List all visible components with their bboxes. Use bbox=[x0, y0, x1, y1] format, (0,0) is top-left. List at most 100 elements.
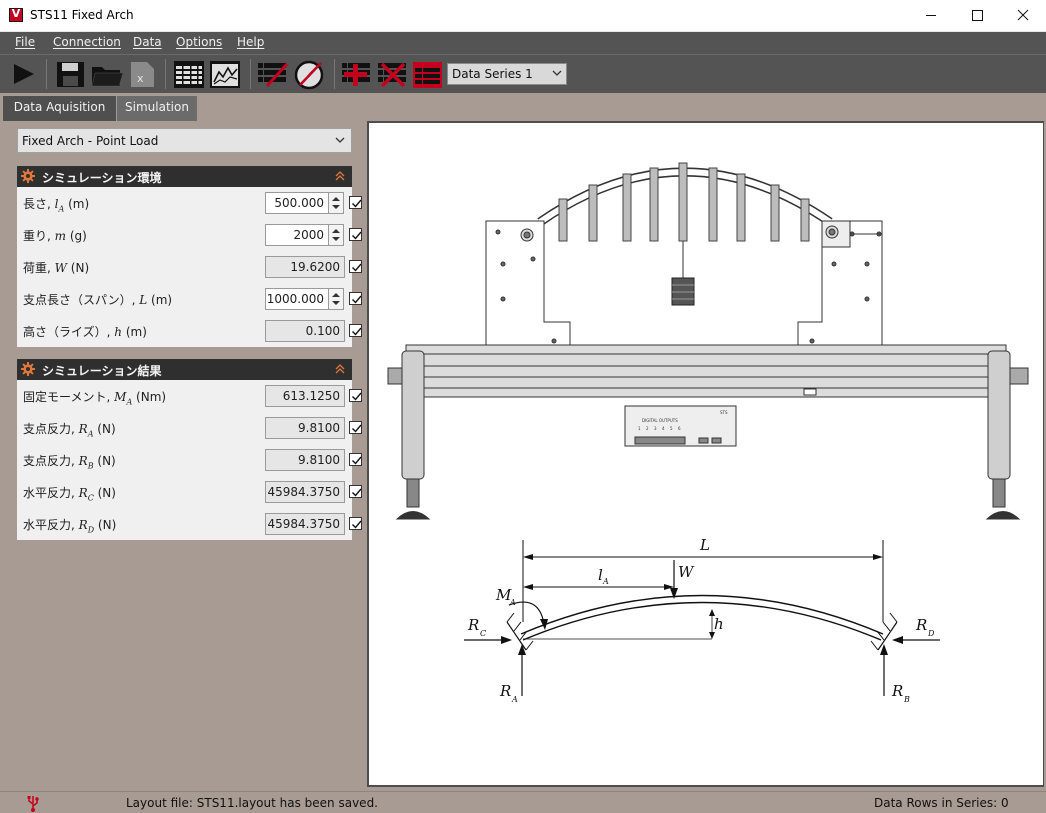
apparatus-illustration bbox=[387, 162, 1029, 520]
result-row-reaction-b: 支点反力, RB (N) 9.8100 bbox=[17, 444, 362, 476]
gear-icon bbox=[21, 362, 35, 376]
play-icon bbox=[14, 64, 34, 84]
check-icon bbox=[352, 392, 362, 401]
menu-connection[interactable]: Connection bbox=[53, 35, 121, 49]
check-icon bbox=[352, 295, 362, 304]
span-stepper[interactable] bbox=[329, 288, 344, 310]
moment-checkbox[interactable] bbox=[349, 389, 362, 402]
minimize-icon bbox=[926, 15, 936, 16]
series-table-button[interactable] bbox=[411, 58, 445, 90]
load-checkbox[interactable] bbox=[349, 260, 362, 273]
check-icon bbox=[352, 231, 362, 240]
env-group-header[interactable]: シミュレーション環境 bbox=[17, 166, 352, 187]
result-group-header[interactable]: シミュレーション結果 bbox=[17, 359, 352, 380]
result-row-moment: 固定モーメント, MA (Nm) 613.1250 bbox=[17, 380, 362, 412]
reaction-b-checkbox[interactable] bbox=[349, 453, 362, 466]
span-input[interactable]: 1000.000 bbox=[265, 288, 329, 310]
rise-value: 0.100 bbox=[265, 320, 345, 342]
chevron-down-icon bbox=[552, 70, 562, 76]
toolbar-separator bbox=[334, 59, 335, 89]
fixed-arch-drawing: DIGITAL OUTPUTS STS 1 2 3 4 5 6 L l A W … bbox=[387, 162, 1029, 704]
length-input[interactable]: 500.000 bbox=[265, 192, 329, 214]
add-series-button[interactable] bbox=[340, 58, 374, 90]
reaction-rd-label: R bbox=[915, 616, 927, 634]
param-label: 高さ（ライズ）, h (m) bbox=[23, 325, 147, 339]
result-label: 固定モーメント, MA (Nm) bbox=[23, 390, 167, 407]
reaction-rc-label: R bbox=[467, 616, 479, 634]
horizontal-d-value: 45984.3750 bbox=[265, 513, 345, 535]
env-group-body: 長さ, lA (m) 500.000 重り, m (g) 2000 荷重, W … bbox=[17, 187, 362, 347]
horizontal-c-checkbox[interactable] bbox=[349, 485, 362, 498]
rise-checkbox[interactable] bbox=[349, 324, 362, 337]
menu-data[interactable]: Data bbox=[133, 35, 162, 49]
gauge-icon bbox=[294, 60, 324, 90]
check-icon bbox=[352, 488, 362, 497]
edit-table-button[interactable] bbox=[256, 58, 290, 90]
io-panel-tag: STS bbox=[720, 410, 728, 415]
result-label: 支点反力, RA (N) bbox=[23, 422, 116, 439]
horizontal-c-value: 45984.3750 bbox=[265, 481, 345, 503]
menu-options[interactable]: Options bbox=[176, 35, 222, 49]
model-select[interactable]: Fixed Arch - Point Load bbox=[17, 128, 352, 153]
open-folder-icon bbox=[91, 67, 124, 87]
tab-simulation[interactable]: Simulation bbox=[117, 96, 197, 121]
maximize-button[interactable] bbox=[954, 0, 1000, 31]
param-label: 長さ, lA (m) bbox=[23, 197, 90, 214]
window-title: STS11 Fixed Arch bbox=[30, 8, 134, 22]
table-view-button[interactable] bbox=[172, 58, 206, 90]
app-logo-icon: V bbox=[9, 7, 23, 22]
collapse-icon[interactable] bbox=[334, 170, 346, 182]
toolbar: x Data Series 1 bbox=[0, 54, 1046, 93]
svg-text:x: x bbox=[137, 72, 144, 85]
reaction-rd-label-sub: D bbox=[927, 629, 935, 638]
horizontal-d-checkbox[interactable] bbox=[349, 517, 362, 530]
maximize-icon bbox=[972, 10, 983, 21]
title-bar: V STS11 Fixed Arch bbox=[0, 0, 1046, 32]
length-stepper[interactable] bbox=[329, 192, 344, 214]
minimize-button[interactable] bbox=[908, 0, 954, 31]
series-select[interactable]: Data Series 1 bbox=[447, 63, 567, 85]
param-label: 重り, m (g) bbox=[23, 229, 87, 243]
mass-input[interactable]: 2000 bbox=[265, 224, 329, 246]
delete-series-button[interactable] bbox=[376, 58, 410, 90]
toolbar-separator bbox=[165, 59, 166, 89]
mass-stepper[interactable] bbox=[329, 224, 344, 246]
span-checkbox[interactable] bbox=[349, 292, 362, 305]
edit-table-icon bbox=[258, 62, 289, 88]
open-button[interactable] bbox=[90, 58, 124, 90]
param-row-span: 支点長さ（スパン）, L (m) 1000.000 bbox=[17, 283, 362, 315]
la-label-sub: A bbox=[602, 577, 609, 586]
toolbar-separator bbox=[250, 59, 251, 89]
param-label: 支点長さ（スパン）, L (m) bbox=[23, 293, 173, 307]
run-button[interactable] bbox=[6, 58, 40, 90]
graph-view-button[interactable] bbox=[208, 58, 242, 90]
gauge-button[interactable] bbox=[292, 58, 326, 90]
result-label: 支点反力, RB (N) bbox=[23, 454, 116, 471]
save-button[interactable] bbox=[54, 58, 88, 90]
tab-bar: Data Aquisition Simulation bbox=[0, 93, 1046, 121]
reaction-a-checkbox[interactable] bbox=[349, 421, 362, 434]
tab-data-acquisition[interactable]: Data Aquisition bbox=[3, 96, 116, 121]
check-icon bbox=[352, 327, 362, 336]
reaction-rb-label: R bbox=[891, 682, 903, 700]
result-row-reaction-a: 支点反力, RA (N) 9.8100 bbox=[17, 412, 362, 444]
mass-checkbox[interactable] bbox=[349, 228, 362, 241]
usb-icon bbox=[27, 796, 39, 812]
result-group-body: 固定モーメント, MA (Nm) 613.1250 支点反力, RA (N) 9… bbox=[17, 380, 362, 540]
menu-file[interactable]: File bbox=[15, 35, 35, 49]
length-checkbox[interactable] bbox=[349, 196, 362, 209]
menu-help[interactable]: Help bbox=[237, 35, 264, 49]
collapse-icon[interactable] bbox=[334, 363, 346, 375]
save-icon bbox=[57, 62, 84, 87]
toolbar-separator bbox=[46, 59, 47, 89]
gear-icon bbox=[21, 169, 35, 183]
export-excel-button[interactable]: x bbox=[125, 58, 159, 90]
reaction-rb-label-sub: B bbox=[903, 695, 910, 704]
delete-series-icon bbox=[378, 62, 406, 88]
series-select-value: Data Series 1 bbox=[452, 67, 533, 81]
io-panel-title: DIGITAL OUTPUTS bbox=[642, 418, 678, 423]
status-bar: Layout file: STS11.layout has been saved… bbox=[0, 791, 1046, 813]
reaction-rc-label-sub: C bbox=[480, 629, 486, 638]
reaction-ra-label: R bbox=[499, 682, 511, 700]
close-button[interactable] bbox=[1000, 0, 1046, 31]
